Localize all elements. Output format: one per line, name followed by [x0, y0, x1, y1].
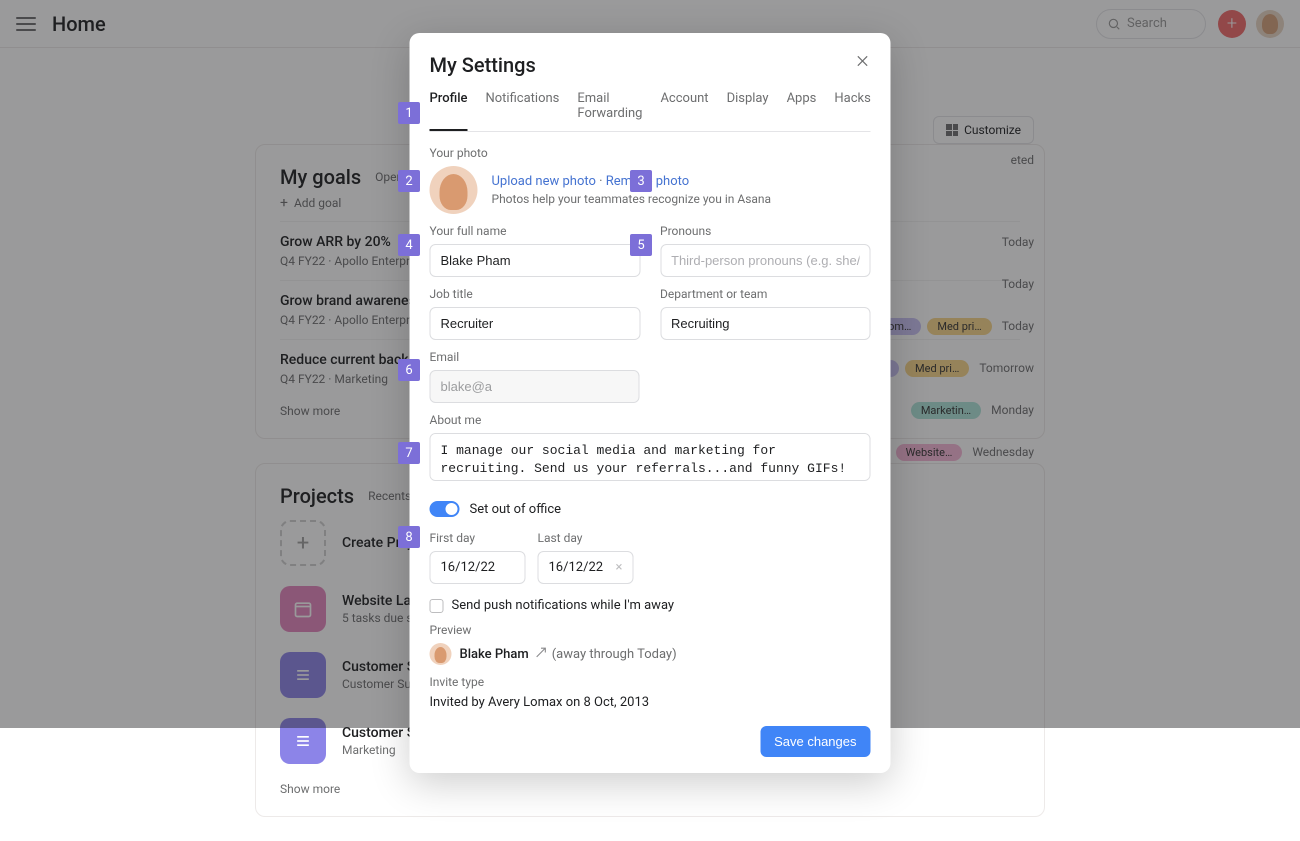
- tab-notifications[interactable]: Notifications: [485, 91, 559, 131]
- callout-8: 8: [398, 526, 420, 548]
- email-label: Email: [430, 350, 871, 364]
- preview-avatar: [430, 643, 452, 665]
- photo-help-text: Photos help your teammates recognize you…: [492, 192, 772, 206]
- invite-type-label: Invite type: [430, 675, 871, 689]
- save-changes-button[interactable]: Save changes: [760, 726, 870, 757]
- out-of-office-toggle[interactable]: [430, 501, 460, 517]
- tab-profile[interactable]: Profile: [430, 91, 468, 131]
- push-notifications-label: Send push notifications while I'm away: [452, 598, 675, 613]
- callout-6: 6: [398, 359, 420, 381]
- callout-1: 1: [398, 102, 420, 124]
- first-day-label: First day: [430, 531, 526, 545]
- pronouns-label: Pronouns: [660, 224, 871, 238]
- callout-4: 4: [398, 234, 420, 256]
- modal-title: My Settings: [430, 53, 871, 77]
- preview-name: Blake Pham: [460, 647, 529, 662]
- tab-hacks[interactable]: Hacks: [834, 91, 870, 131]
- preview-label: Preview: [430, 623, 871, 637]
- your-photo-label: Your photo: [430, 146, 871, 160]
- about-me-textarea[interactable]: [430, 433, 871, 481]
- out-of-office-label: Set out of office: [470, 502, 562, 517]
- push-notifications-checkbox[interactable]: [430, 599, 444, 613]
- first-day-input[interactable]: 16/12/22: [430, 551, 526, 584]
- callout-3: 3: [630, 170, 652, 192]
- upload-photo-link[interactable]: Upload new photo: [492, 174, 596, 189]
- callout-5: 5: [630, 234, 652, 256]
- preview-away-text: (away through Today): [552, 647, 677, 662]
- last-day-input[interactable]: 16/12/22×: [538, 551, 634, 584]
- job-title-label: Job title: [430, 287, 641, 301]
- settings-modal: My Settings Profile Notifications Email Fo…: [410, 33, 891, 773]
- fullname-input[interactable]: [430, 244, 641, 277]
- callout-7: 7: [398, 442, 420, 464]
- last-day-label: Last day: [538, 531, 634, 545]
- job-title-input[interactable]: [430, 307, 641, 340]
- tab-email-forwarding[interactable]: Email Forwarding: [577, 91, 642, 131]
- department-label: Department or team: [660, 287, 871, 301]
- department-input[interactable]: [660, 307, 871, 340]
- tab-display[interactable]: Display: [727, 91, 769, 131]
- close-icon[interactable]: [851, 49, 875, 73]
- clear-last-day-icon[interactable]: ×: [616, 560, 623, 575]
- about-label: About me: [430, 413, 871, 427]
- avatar: [430, 166, 478, 214]
- callout-2: 2: [398, 170, 420, 192]
- pronouns-input[interactable]: [660, 244, 871, 277]
- out-of-office-icon: [535, 646, 548, 663]
- tab-apps[interactable]: Apps: [787, 91, 817, 131]
- invite-line: Invited by Avery Lomax on 8 Oct, 2013: [430, 695, 871, 710]
- tab-account[interactable]: Account: [660, 91, 708, 131]
- email-field: [430, 370, 640, 403]
- projects-show-more[interactable]: Show more: [280, 782, 1020, 796]
- settings-tabs: Profile Notifications Email Forwarding Acco…: [430, 91, 871, 132]
- fullname-label: Your full name: [430, 224, 641, 238]
